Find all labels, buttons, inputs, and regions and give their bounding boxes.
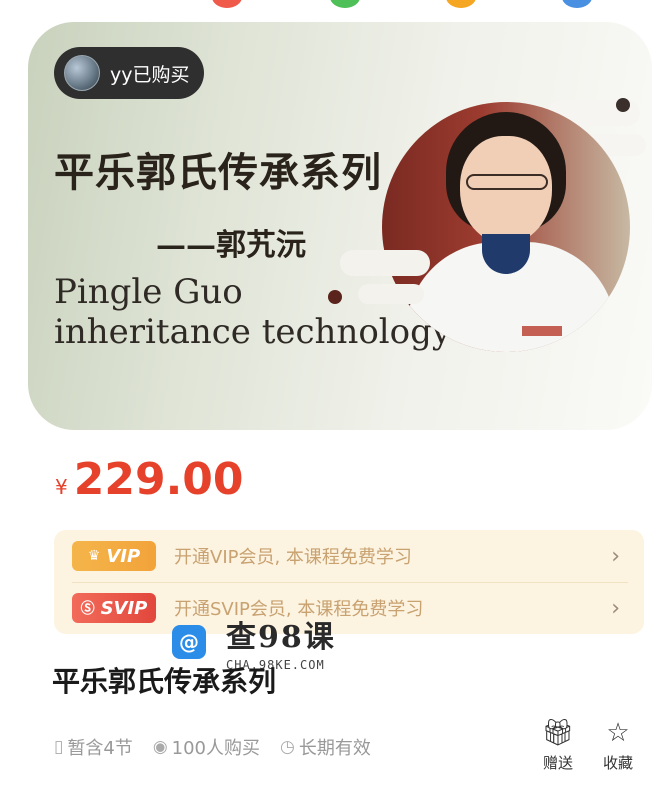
decor-dot bbox=[328, 290, 342, 304]
star-icon: ☆ bbox=[606, 718, 630, 748]
buyer-avatar bbox=[64, 55, 100, 91]
validity-text: 长期有效 bbox=[298, 738, 371, 759]
svip-badge: Ⓢ SVIP bbox=[72, 593, 156, 623]
banner-title: 平乐郭氏传承系列 bbox=[54, 149, 382, 196]
book-icon: ▯ bbox=[54, 737, 64, 757]
gift-label: 赠送 bbox=[542, 754, 573, 772]
course-meta: ▯ 暂含4节 ◉ 100人购买 ◷ 长期有效 bbox=[54, 734, 371, 760]
nav-icon-3[interactable] bbox=[446, 0, 476, 8]
gift-button[interactable]: 🎁︎ 赠送 bbox=[536, 718, 580, 773]
nav-icon-1[interactable] bbox=[212, 0, 242, 8]
svip-row[interactable]: Ⓢ SVIP 开通SVIP会员, 本课程免费学习 › bbox=[72, 582, 628, 634]
favorite-button[interactable]: ☆ 收藏 bbox=[596, 718, 640, 773]
top-nav-strip bbox=[0, 0, 671, 22]
buyer-notice: yy已购买 bbox=[54, 47, 204, 99]
s-icon: Ⓢ bbox=[80, 601, 95, 617]
decor-dot bbox=[616, 98, 630, 112]
lesson-count: ▯ 暂含4节 bbox=[54, 734, 133, 760]
vip-row[interactable]: ♛ VIP 开通VIP会员, 本课程免费学习 › bbox=[72, 530, 628, 583]
clock-icon: ◷ bbox=[280, 737, 295, 757]
crown-icon: ♛ bbox=[87, 548, 101, 564]
eye-icon: ◉ bbox=[152, 737, 168, 757]
nav-icon-2[interactable] bbox=[330, 0, 360, 8]
price-amount: 229.00 bbox=[73, 454, 244, 505]
nav-icon-4[interactable] bbox=[562, 0, 592, 8]
lesson-count-text: 暂含4节 bbox=[67, 738, 133, 759]
vip-badge: ♛ VIP bbox=[72, 541, 156, 571]
price-currency: ¥ bbox=[55, 475, 68, 499]
course-title: 平乐郭氏传承系列 bbox=[52, 665, 277, 698]
buyer-count-text: 100人购买 bbox=[171, 738, 261, 759]
chevron-right-icon: › bbox=[611, 543, 620, 569]
course-banner[interactable]: yy已购买 平乐郭氏传承系列 ——郭艽沅 Pingle Guo inherita… bbox=[28, 22, 652, 430]
buyer-count: ◉ 100人购买 bbox=[153, 734, 260, 760]
banner-author: ——郭艽沅 bbox=[156, 228, 306, 263]
buyer-label: yy已购买 bbox=[110, 63, 190, 86]
vip-upsell-box: ♛ VIP 开通VIP会员, 本课程免费学习 › Ⓢ SVIP 开通SVIP会员… bbox=[54, 530, 644, 634]
vip-badge-label: VIP bbox=[106, 545, 141, 567]
instructor-portrait bbox=[382, 102, 630, 352]
chevron-right-icon: › bbox=[611, 595, 620, 621]
svip-badge-label: SVIP bbox=[100, 597, 148, 619]
vip-row-text: 开通VIP会员, 本课程免费学习 bbox=[174, 547, 412, 568]
gift-icon: 🎁︎ bbox=[541, 718, 575, 748]
watermark-logo-icon: @ bbox=[172, 625, 206, 659]
validity: ◷ 长期有效 bbox=[280, 734, 371, 760]
decor-swoosh bbox=[340, 250, 430, 276]
course-price: ¥ 229.00 bbox=[55, 454, 244, 505]
favorite-label: 收藏 bbox=[602, 754, 633, 772]
banner-english-line-2: inheritance technology bbox=[54, 312, 452, 352]
decor-swoosh bbox=[358, 284, 424, 304]
banner-english-line-1: Pingle Guo bbox=[54, 272, 243, 312]
watermark-title: 查98课 bbox=[226, 620, 336, 655]
